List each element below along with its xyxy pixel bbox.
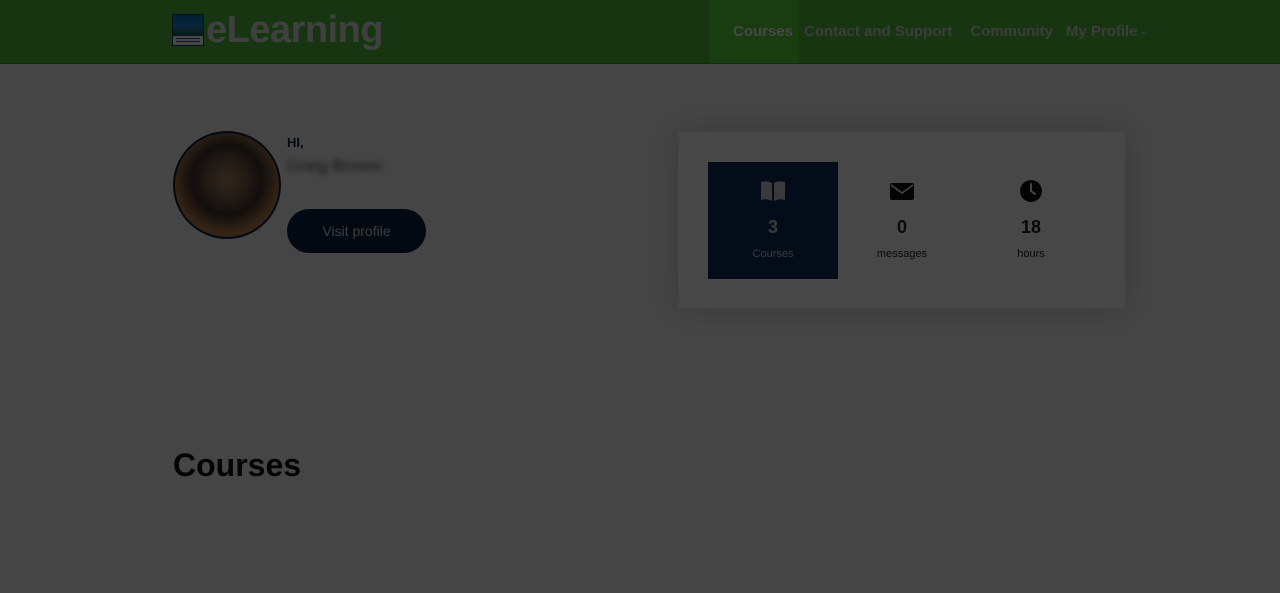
- nav-contact-support[interactable]: Contact and Support: [804, 0, 952, 63]
- nav-my-profile[interactable]: My Profile ⌄: [1066, 0, 1148, 63]
- stat-hours-value: 18: [1020, 217, 1042, 237]
- avatar: [173, 131, 281, 239]
- visit-profile-button[interactable]: Visit profile: [287, 209, 426, 253]
- clock-icon: [1020, 180, 1042, 202]
- stat-messages[interactable]: 0 messages: [837, 162, 967, 279]
- book-icon: [761, 181, 785, 201]
- stat-courses-value: 3: [767, 217, 778, 237]
- courses-section-title: Courses: [173, 447, 302, 483]
- logo-badge-icon: [172, 14, 204, 46]
- stat-courses-label: Courses: [752, 248, 794, 260]
- nav-my-profile-label: My Profile: [1065, 23, 1138, 40]
- stat-courses[interactable]: 3 Courses: [708, 162, 838, 279]
- stat-messages-label: messages: [876, 248, 928, 260]
- stat-hours-label: hours: [1017, 248, 1045, 260]
- logo-text: eLearning: [206, 9, 384, 51]
- user-name: Craig Brown: [287, 158, 383, 175]
- stat-hours[interactable]: 18 hours: [966, 162, 1096, 279]
- greeting-text: HI,: [287, 135, 304, 150]
- site-logo[interactable]: eLearning: [172, 9, 384, 51]
- nav-courses[interactable]: Courses: [709, 0, 799, 63]
- stats-card: 3 Courses 0 messages 18 hours: [678, 132, 1125, 308]
- stat-messages-value: 0: [896, 217, 907, 237]
- main-nav: Courses Contact and Support Community My…: [709, 0, 1148, 63]
- chevron-down-icon: ⌄: [1139, 26, 1148, 37]
- site-header: eLearning Courses Contact and Support Co…: [0, 0, 1280, 64]
- nav-community[interactable]: Community: [970, 0, 1053, 63]
- envelope-icon: [890, 183, 914, 200]
